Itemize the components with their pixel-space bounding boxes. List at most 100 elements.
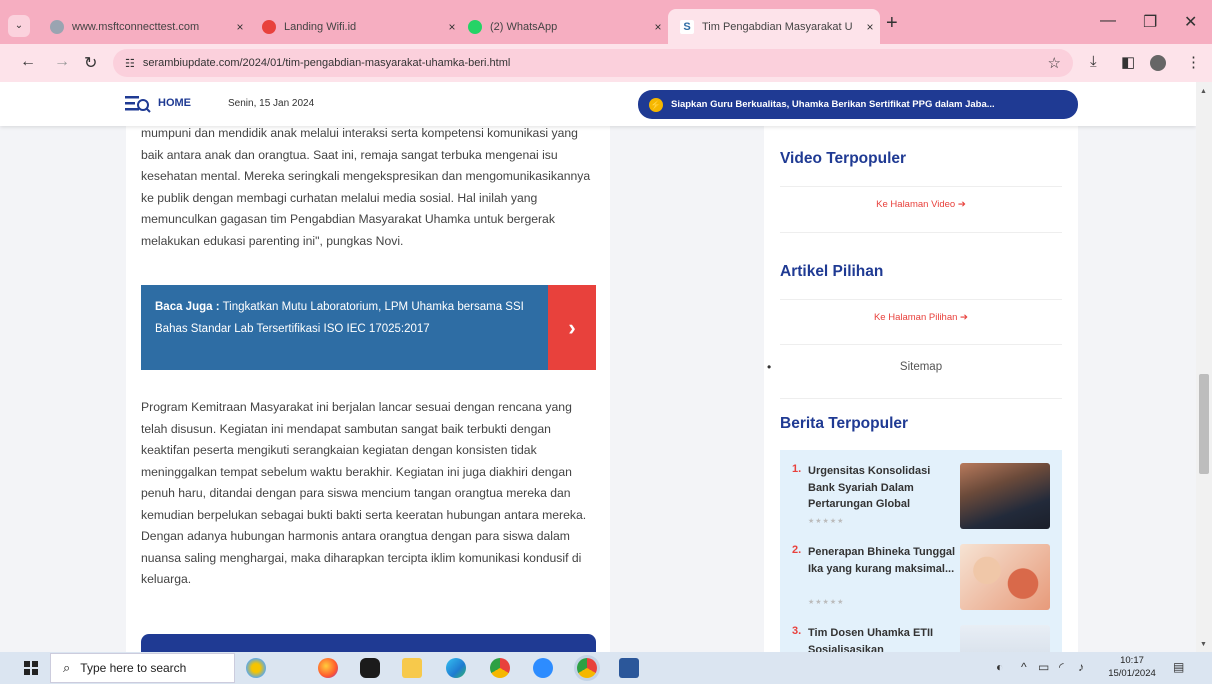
menu-search-icon[interactable] [125,94,151,114]
divider [780,299,1062,300]
article-body: mumpuni dan mendidik anak melalui intera… [126,82,610,652]
popular-list: 1. Urgensitas Konsolidasi Bank Syariah D… [780,450,1062,652]
bolt-icon: ⚡ [649,97,663,112]
shield-app-icon[interactable] [360,658,380,678]
artikel-pilihan-heading: Artikel Pilihan [780,263,884,280]
tab-whatsapp[interactable]: (2) WhatsApp × [456,9,668,44]
wifi-logo-icon [262,19,276,34]
profile-avatar-icon[interactable] [1150,55,1166,71]
back-arrow-icon[interactable]: ← [20,53,36,71]
berita-terpopuler-heading: Berita Terpopuler [780,415,909,432]
url-text: serambiupdate.com/2024/01/tim-pengabdian… [142,57,511,69]
tab-title: Landing Wifi.id [284,20,357,33]
menu-kebab-icon[interactable]: ⋮ [1186,53,1201,71]
windows-taskbar: ⌕ Type here to search ◐ ^ ▭ ◜ ♪ 10:17 15… [0,652,1212,684]
word-icon[interactable] [619,658,639,678]
divider [780,186,1062,187]
firefox-icon[interactable] [318,658,338,678]
taskbar-clock[interactable]: 10:17 15/01/2024 [1107,654,1157,680]
site-info-icon[interactable]: ☷ [125,57,135,70]
popular-rank: 2. [792,544,802,556]
search-icon: ⌕ [63,660,71,675]
side-panel-icon[interactable]: ◧ [1121,53,1135,71]
sitemap-link[interactable]: Sitemap [764,361,1078,373]
maximize-button[interactable]: ❐ [1143,12,1157,32]
chrome-icon[interactable] [490,658,510,678]
rating-stars: ★★★★★ [808,518,845,525]
address-bar[interactable]: ☷ serambiupdate.com/2024/01/tim-pengabdi… [113,49,1073,77]
tab-tim-pengabdian[interactable]: S Tim Pengabdian Masyarakat U × [668,9,880,44]
baca-juga-box[interactable]: Baca Juga : Tingkatkan Mutu Laboratorium… [141,285,596,370]
rating-stars: ★★★★★ [808,599,845,606]
scroll-up-icon[interactable]: ▲ [1200,88,1207,95]
tab-title: (2) WhatsApp [490,20,558,33]
video-terpopuler-heading: Video Terpopuler [780,150,907,167]
wifi-icon[interactable]: ◜ [1059,660,1064,674]
site-top-nav: HOME Senin, 15 Jan 2024 ⚡ Siapkan Guru B… [0,82,1196,126]
popular-item[interactable]: 1. Urgensitas Konsolidasi Bank Syariah D… [792,463,1062,538]
whatsapp-icon [468,19,482,34]
article-paragraph: mumpuni dan mendidik anak melalui intera… [141,126,591,248]
windows-start-icon[interactable] [24,661,38,675]
pilihan-page-link[interactable]: Ke Halaman Pilihan ➔ [764,312,1078,323]
zoom-icon[interactable] [533,658,553,678]
new-tab-button[interactable]: + [886,12,898,35]
popular-thumbnail[interactable] [960,544,1050,610]
popular-item[interactable]: 2. Penerapan Bhineka Tunggal Ika yang ku… [792,544,1062,619]
popular-rank: 3. [792,625,802,637]
tab-search-button[interactable]: ⌄ [8,15,30,37]
edge-icon[interactable] [446,658,466,678]
tab-msftconnecttest[interactable]: www.msftconnecttest.com × [38,9,250,44]
popular-title[interactable]: Urgensitas Konsolidasi Bank Syariah Dala… [808,463,958,513]
bookmark-star-icon[interactable]: ☆ [1048,54,1061,72]
taskbar-search-input[interactable]: ⌕ Type here to search [50,653,235,683]
popular-rank: 1. [792,463,802,475]
popular-thumbnail[interactable] [960,463,1050,529]
scroll-down-icon[interactable]: ▼ [1200,641,1207,648]
clock-time: 10:17 [1120,655,1144,666]
popular-title[interactable]: Penerapan Bhineka Tunggal Ika yang kuran… [808,544,958,577]
current-date: Senin, 15 Jan 2024 [228,98,315,109]
volume-icon[interactable]: ♪ [1078,660,1084,674]
news-ticker[interactable]: ⚡ Siapkan Guru Berkualitas, Uhamka Berik… [638,90,1078,119]
clock-date: 15/01/2024 [1108,668,1156,679]
popular-item[interactable]: 3. Tim Dosen Uhamka ETII Sosialisasikan [792,625,1062,652]
search-placeholder: Type here to search [80,661,187,675]
globe-icon [50,19,64,34]
network-warning-icon[interactable]: ◐ [996,660,1003,674]
scrollbar-thumb[interactable] [1199,374,1209,474]
browser-tab-bar: ⌄ www.msftconnecttest.com × Landing Wifi… [0,0,1212,44]
popular-thumbnail[interactable] [960,625,1050,652]
chevron-right-icon[interactable]: › [548,285,596,370]
notification-icon[interactable]: ▤ [1173,660,1184,674]
webpage: HOME Senin, 15 Jan 2024 ⚡ Siapkan Guru B… [0,82,1196,652]
close-tab-icon[interactable]: × [230,20,250,34]
tab-title: Tim Pengabdian Masyarakat U [702,20,853,33]
popular-title[interactable]: Tim Dosen Uhamka ETII Sosialisasikan [808,625,958,652]
ticker-text: Siapkan Guru Berkualitas, Uhamka Berikan… [671,99,995,110]
file-explorer-icon[interactable] [402,658,422,678]
close-tab-icon[interactable]: × [860,20,880,34]
article-paragraph: Program Kemitraan Masyarakat ini berjala… [141,400,587,586]
forward-arrow-icon[interactable]: → [54,53,70,71]
close-window-button[interactable]: ✕ [1184,12,1197,32]
home-link[interactable]: HOME [158,97,191,109]
sparkle-widget-icon[interactable] [246,658,266,678]
video-page-link[interactable]: Ke Halaman Video ➔ [764,199,1078,210]
download-icon[interactable]: ⤓ [1090,53,1097,70]
page-scrollbar[interactable]: ▲ ▼ [1196,82,1212,652]
related-section-header [141,634,596,652]
baca-juga-text[interactable]: Baca Juga : Tingkatkan Mutu Laboratorium… [141,285,548,370]
baca-juga-label: Baca Juga : [155,301,220,313]
tab-title: www.msftconnecttest.com [72,20,200,33]
minimize-button[interactable]: — [1100,12,1116,30]
browser-toolbar: ← → ↻ ☷ serambiupdate.com/2024/01/tim-pe… [0,44,1212,82]
battery-icon[interactable]: ▭ [1038,660,1049,674]
close-tab-icon[interactable]: × [648,20,668,34]
chrome-active-icon[interactable] [577,658,597,678]
reload-icon[interactable]: ↻ [84,53,97,73]
divider [780,344,1062,345]
sidebar: Video Terpopuler Ke Halaman Video ➔ Arti… [764,82,1078,652]
tab-landing-wifi[interactable]: Landing Wifi.id × [250,9,462,44]
show-hidden-icons-chevron-icon[interactable]: ^ [1021,660,1027,674]
